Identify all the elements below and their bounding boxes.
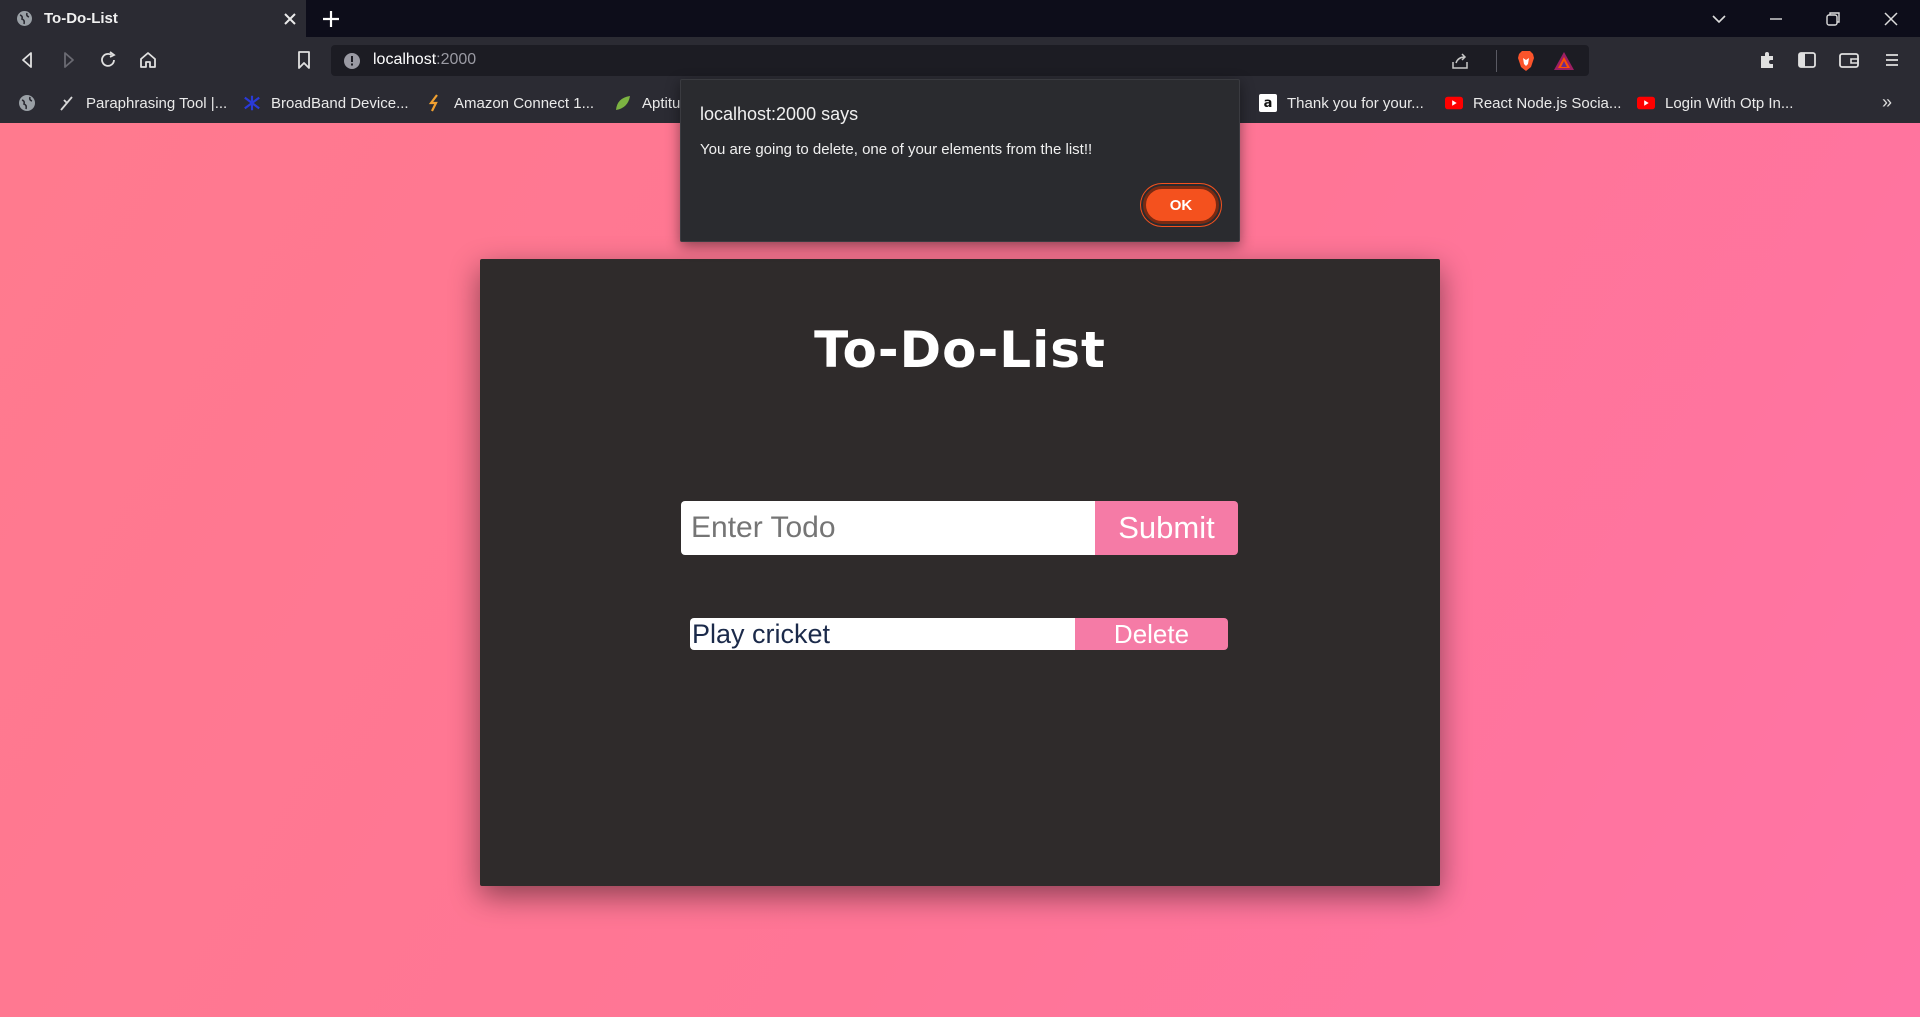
brave-shields-icon[interactable] bbox=[1514, 49, 1538, 73]
reload-icon[interactable] bbox=[96, 48, 120, 72]
bookmark-item[interactable]: a Thank you for your... bbox=[1259, 92, 1424, 114]
minimize-icon[interactable] bbox=[1765, 8, 1787, 30]
bookmark-label: Login With Otp In... bbox=[1665, 94, 1794, 112]
youtube-icon bbox=[1445, 94, 1463, 112]
globe-icon bbox=[16, 10, 33, 27]
divider bbox=[1496, 50, 1497, 72]
svg-text:a: a bbox=[1264, 96, 1273, 111]
browser-toolbar: localhost:2000 bbox=[0, 37, 1920, 82]
tab-title: To-Do-List bbox=[44, 10, 118, 27]
bookmark-label: React Node.js Socia... bbox=[1473, 94, 1622, 112]
address-bar[interactable]: localhost:2000 bbox=[331, 45, 1589, 76]
share-icon[interactable] bbox=[1449, 50, 1471, 72]
bookmark-item[interactable]: Aptitu bbox=[614, 92, 680, 114]
dialog-title: localhost:2000 says bbox=[700, 104, 859, 124]
youtube-icon bbox=[1637, 94, 1655, 112]
browser-tab-strip: To-Do-List bbox=[0, 0, 1920, 37]
todo-item-text: Play cricket bbox=[690, 618, 1075, 650]
restore-icon[interactable] bbox=[1822, 8, 1844, 30]
bookmark-item[interactable]: Login With Otp In... bbox=[1637, 92, 1793, 114]
bookmark-item[interactable]: Paraphrasing Tool |... bbox=[58, 92, 227, 114]
bookmark-label: Paraphrasing Tool |... bbox=[86, 94, 228, 112]
bookmark-label: BroadBand Device... bbox=[271, 94, 409, 112]
url-text: localhost:2000 bbox=[373, 51, 477, 68]
network-icon bbox=[243, 94, 261, 112]
browser-tab[interactable]: To-Do-List bbox=[0, 0, 306, 37]
leaf-icon bbox=[614, 94, 632, 112]
feather-icon bbox=[58, 94, 76, 112]
todo-input[interactable] bbox=[681, 501, 1095, 555]
submit-button[interactable]: Submit bbox=[1095, 501, 1238, 555]
ok-button[interactable]: OK bbox=[1143, 186, 1219, 224]
close-window-icon[interactable] bbox=[1880, 8, 1902, 30]
delete-button[interactable]: Delete bbox=[1075, 618, 1228, 650]
bookmark-label: Thank you for your... bbox=[1287, 94, 1424, 112]
bookmarks-globe-icon[interactable] bbox=[18, 92, 36, 114]
bookmark-icon[interactable] bbox=[292, 48, 316, 72]
wallet-icon[interactable] bbox=[1837, 48, 1861, 72]
brave-rewards-icon[interactable] bbox=[1553, 50, 1575, 72]
new-tab-icon[interactable] bbox=[320, 8, 342, 30]
sidebar-icon[interactable] bbox=[1795, 48, 1819, 72]
forward-icon[interactable] bbox=[56, 48, 80, 72]
bookmark-item[interactable]: Amazon Connect 1... bbox=[426, 92, 594, 114]
bookmark-item[interactable]: BroadBand Device... bbox=[243, 92, 409, 114]
site-info-icon[interactable] bbox=[343, 52, 361, 70]
bookmark-label: Aptitu bbox=[642, 94, 681, 112]
bookmark-item[interactable]: React Node.js Socia... bbox=[1445, 92, 1621, 114]
bookmarks-overflow-button[interactable]: » bbox=[1882, 92, 1892, 113]
dialog-message: You are going to delete, one of your ele… bbox=[700, 141, 1093, 158]
todo-card: To-Do-List Submit Play cricket Delete bbox=[480, 259, 1440, 886]
close-tab-icon[interactable] bbox=[280, 9, 300, 29]
alert-dialog: localhost:2000 says You are going to del… bbox=[680, 79, 1240, 242]
back-icon[interactable] bbox=[16, 48, 40, 72]
tab-search-chevron-icon[interactable] bbox=[1708, 8, 1730, 30]
home-icon[interactable] bbox=[136, 48, 160, 72]
extensions-icon[interactable] bbox=[1755, 48, 1779, 72]
menu-icon[interactable] bbox=[1880, 48, 1904, 72]
page-background: To-Do-List Submit Play cricket Delete bbox=[0, 123, 1920, 1017]
bolt-icon bbox=[426, 94, 444, 112]
page-title: To-Do-List bbox=[814, 321, 1106, 379]
bookmark-label: Amazon Connect 1... bbox=[454, 94, 595, 112]
amazon-icon: a bbox=[1259, 94, 1277, 112]
